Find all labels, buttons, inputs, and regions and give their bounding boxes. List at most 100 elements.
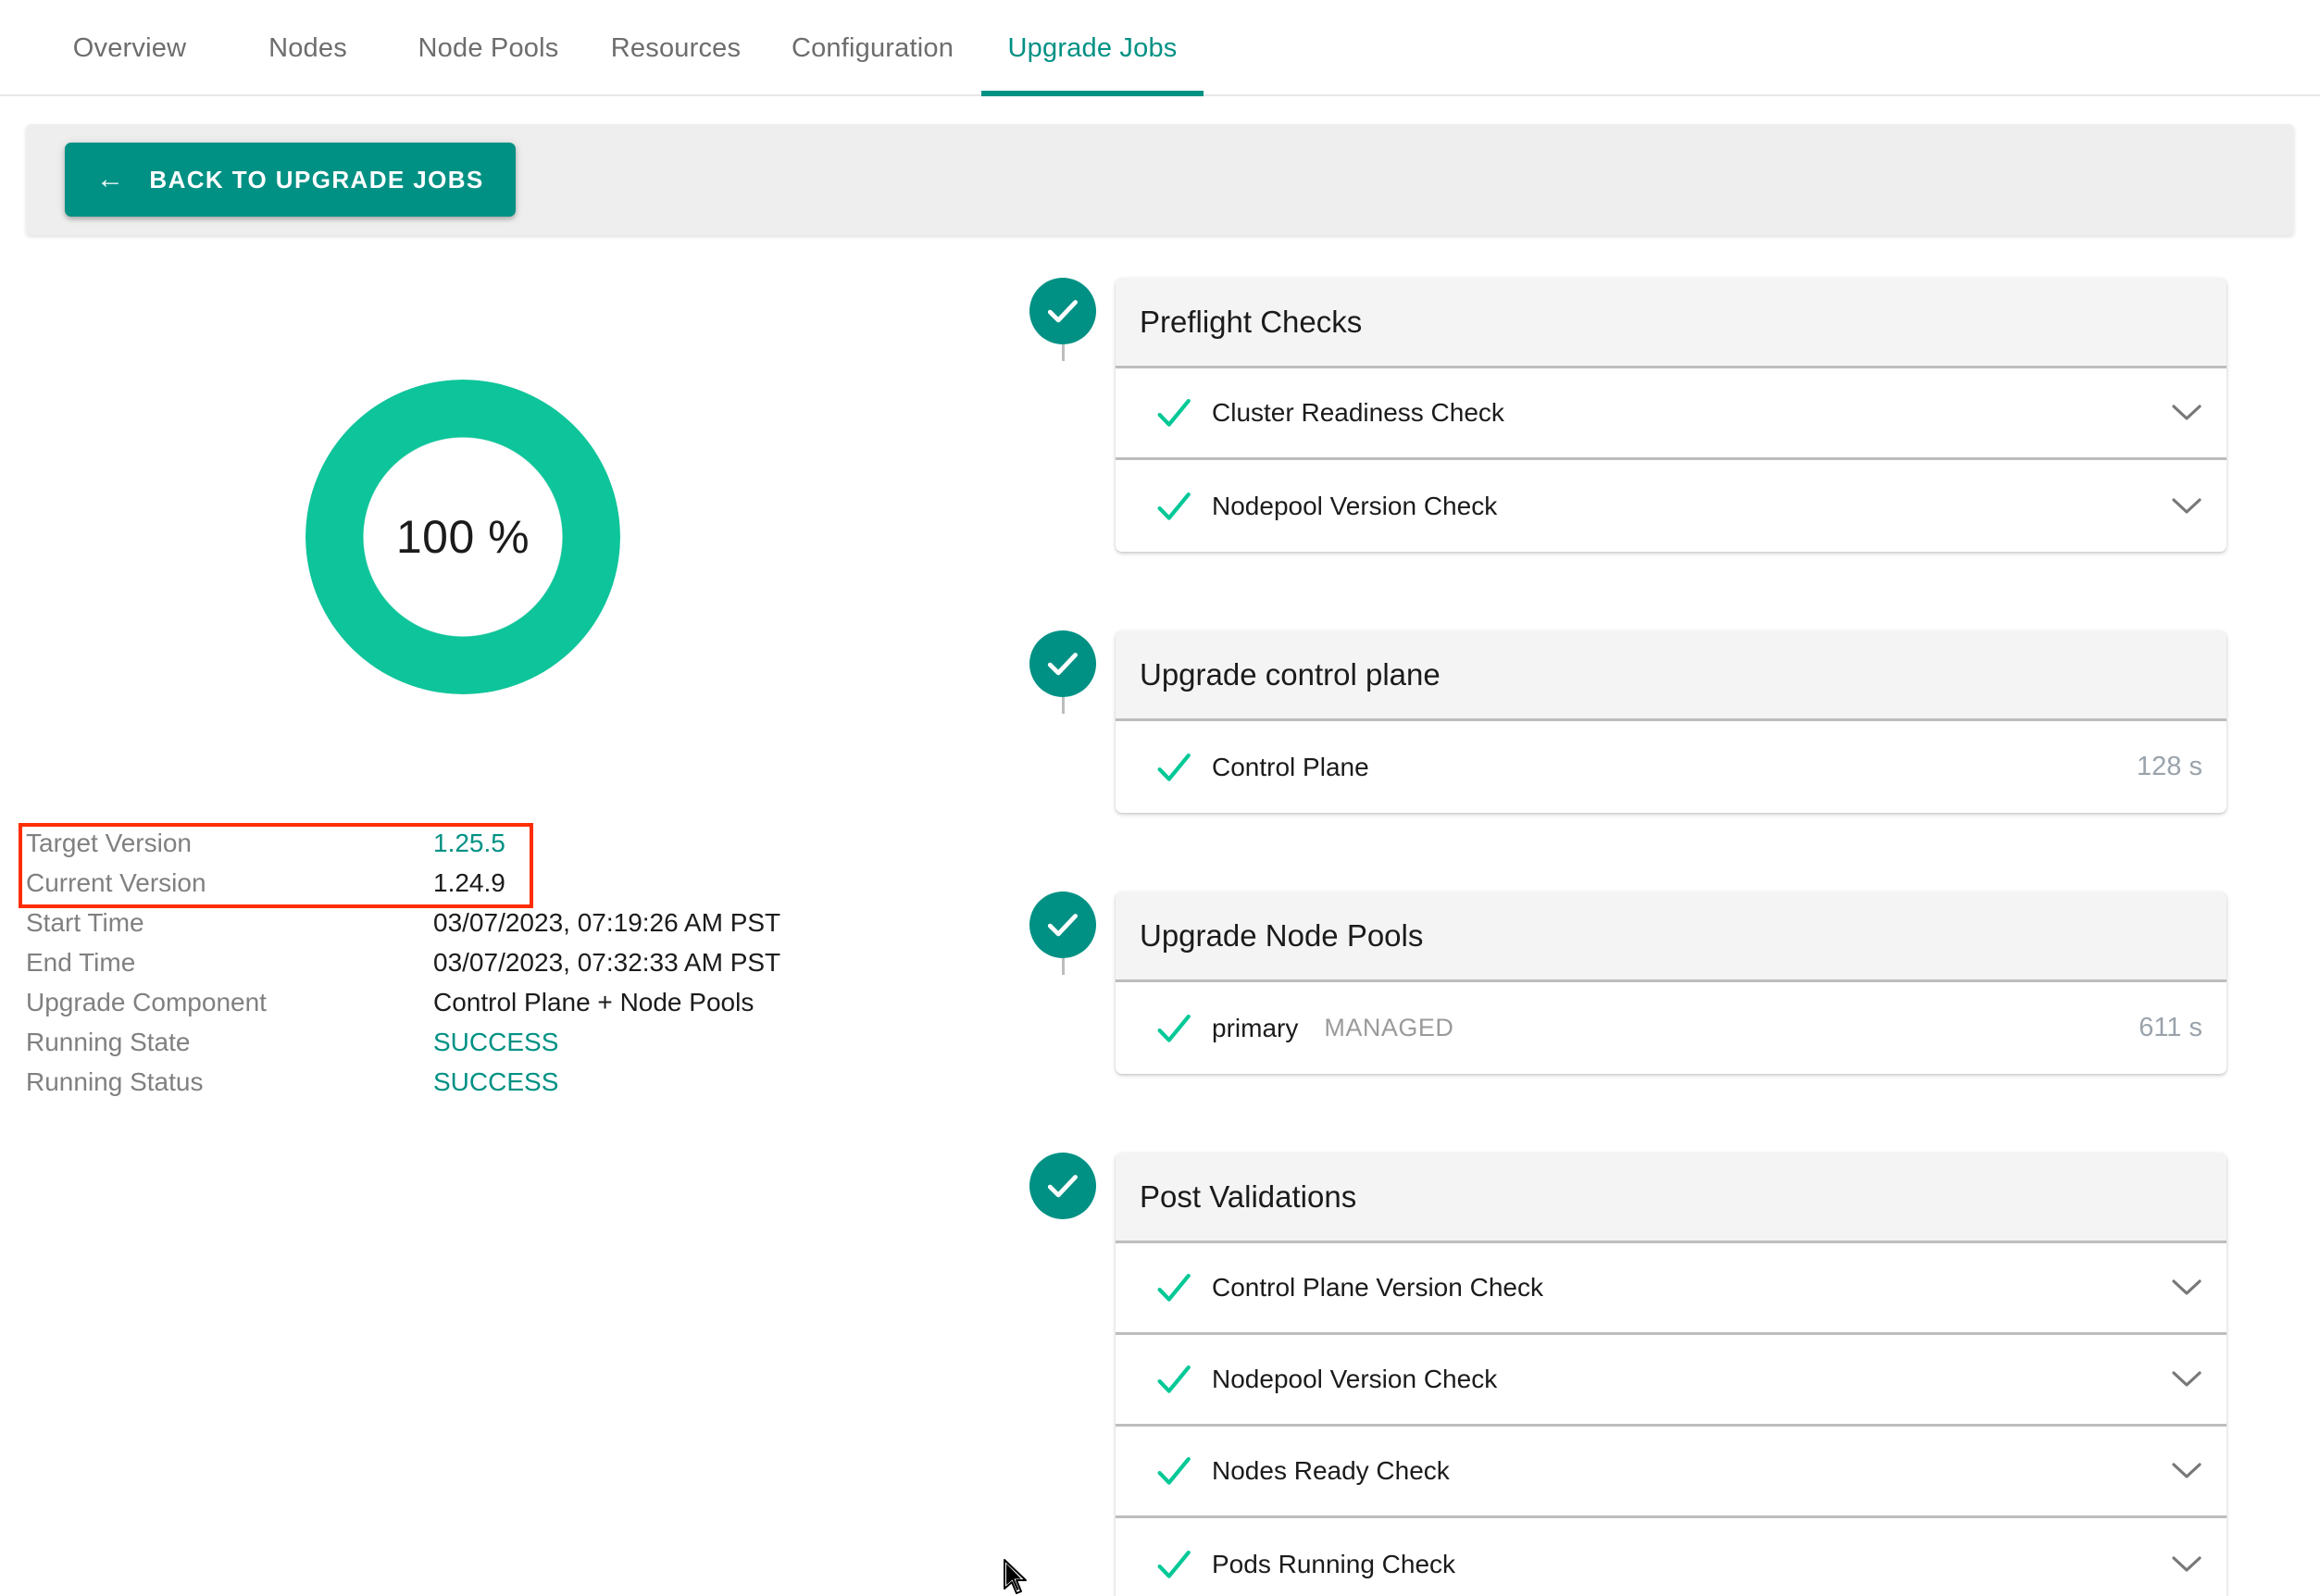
step-status-check-icon xyxy=(1029,1153,1096,1219)
chevron-down-icon[interactable] xyxy=(2162,1461,2202,1481)
detail-value: Control Plane + Node Pools xyxy=(433,988,755,1016)
job-detail-list: Target Version 1.25.5 Current Version 1.24.… xyxy=(19,823,859,1107)
action-toolbar: ← BACK TO UPGRADE JOBS xyxy=(26,124,2294,235)
task-label: Control Plane xyxy=(1212,752,1369,781)
tab-label: Overview xyxy=(72,32,187,63)
chevron-down-icon[interactable] xyxy=(2162,1369,2202,1390)
task-success-check-icon xyxy=(1154,748,1212,787)
detail-label: Target Version xyxy=(26,829,192,857)
stage-card: Upgrade control plane Control Plane 128 s xyxy=(1116,630,2226,813)
chevron-down-icon[interactable] xyxy=(2162,403,2202,423)
task-label: Cluster Readiness Check xyxy=(1212,398,1504,427)
task-success-check-icon xyxy=(1154,1545,1212,1584)
timeline-rail xyxy=(1023,892,1116,975)
upgrade-stage-timeline: Preflight Checks Cluster Readiness Check N… xyxy=(1023,278,2226,1596)
detail-value: 03/07/2023, 07:32:33 AM PST xyxy=(433,948,781,977)
task-success-check-icon xyxy=(1154,393,1212,432)
back-button-label: BACK TO UPGRADE JOBS xyxy=(149,165,484,193)
step-status-check-icon xyxy=(1029,278,1096,344)
stage-task-row[interactable]: Control Plane 128 s xyxy=(1116,721,2226,813)
tab-configuration[interactable]: Configuration xyxy=(764,0,981,96)
timeline-step: Upgrade control plane Control Plane 128 s xyxy=(1023,630,2226,892)
detail-row: Running Status SUCCESS xyxy=(26,1067,859,1107)
tab-label: Nodes xyxy=(268,32,347,63)
tab-label: Configuration xyxy=(791,32,954,63)
detail-label: Current Version xyxy=(26,868,206,897)
task-success-check-icon xyxy=(1154,1268,1212,1307)
timeline-step: Upgrade Node Pools primary MANAGED 611 s xyxy=(1023,892,2226,1153)
task-success-check-icon xyxy=(1154,1452,1212,1490)
detail-label: Running Status xyxy=(26,1067,204,1096)
tab-resources[interactable]: Resources xyxy=(588,0,764,96)
chevron-down-icon[interactable] xyxy=(2162,1554,2202,1575)
task-label: Nodepool Version Check xyxy=(1212,1365,1498,1393)
timeline-rail xyxy=(1023,1153,1116,1219)
stage-title: Post Validations xyxy=(1140,1178,1357,1214)
chevron-down-icon[interactable] xyxy=(2162,1278,2202,1298)
timeline-connector-line xyxy=(1062,344,1065,361)
detail-row: Upgrade Component Control Plane + Node Po… xyxy=(26,988,859,1028)
task-success-check-icon xyxy=(1154,487,1212,526)
detail-row: Start Time 03/07/2023, 07:19:26 AM PST xyxy=(26,908,859,948)
step-status-check-icon xyxy=(1029,630,1096,697)
progress-percent-label: 100 % xyxy=(395,511,530,563)
timeline-rail xyxy=(1023,630,1116,714)
timeline-rail xyxy=(1023,278,1116,361)
progress-donut-chart: 100 % xyxy=(306,380,620,694)
timeline-step: Preflight Checks Cluster Readiness Check N… xyxy=(1023,278,2226,630)
stage-card-header: Upgrade control plane xyxy=(1116,630,2226,721)
stage-title: Upgrade Node Pools xyxy=(1140,917,1424,953)
stage-title: Preflight Checks xyxy=(1140,304,1363,339)
detail-row: End Time 03/07/2023, 07:32:33 AM PST xyxy=(26,948,859,988)
tab-upgrade-jobs[interactable]: Upgrade Jobs xyxy=(981,0,1204,96)
detail-label: Running State xyxy=(26,1028,191,1056)
stage-task-row[interactable]: Cluster Readiness Check xyxy=(1116,368,2226,460)
detail-label: Upgrade Component xyxy=(26,988,267,1016)
stage-card: Post Validations Control Plane Version Ch… xyxy=(1116,1153,2226,1596)
task-success-check-icon xyxy=(1154,1009,1212,1048)
tab-label: Node Pools xyxy=(418,32,559,63)
task-label: Nodes Ready Check xyxy=(1212,1456,1450,1485)
stage-card-header: Post Validations xyxy=(1116,1153,2226,1243)
timeline-step: Post Validations Control Plane Version Ch… xyxy=(1023,1153,2226,1596)
detail-row: Target Version 1.25.5 xyxy=(26,829,859,868)
detail-label: Start Time xyxy=(26,908,144,937)
stage-task-row[interactable]: Nodepool Version Check xyxy=(1116,460,2226,552)
detail-value: 1.25.5 xyxy=(433,829,505,857)
stage-task-row[interactable]: primary MANAGED 611 s xyxy=(1116,982,2226,1074)
arrow-left-icon: ← xyxy=(96,164,126,194)
stage-task-row[interactable]: Nodepool Version Check xyxy=(1116,1335,2226,1427)
stage-card: Upgrade Node Pools primary MANAGED 611 s xyxy=(1116,892,2226,1074)
tab-label: Upgrade Jobs xyxy=(1007,32,1178,63)
stage-task-row[interactable]: Control Plane Version Check xyxy=(1116,1243,2226,1335)
task-duration: 611 s xyxy=(2139,1013,2202,1042)
chevron-down-icon[interactable] xyxy=(2162,496,2202,517)
back-to-upgrade-jobs-button[interactable]: ← BACK TO UPGRADE JOBS xyxy=(65,143,516,217)
step-status-check-icon xyxy=(1029,892,1096,958)
task-badge: MANAGED xyxy=(1324,1014,1454,1041)
tab-nodes[interactable]: Nodes xyxy=(227,0,389,96)
task-duration: 128 s xyxy=(2137,752,2202,781)
tab-overview[interactable]: Overview xyxy=(32,0,227,96)
timeline-connector-line xyxy=(1062,958,1065,975)
task-label: Pods Running Check xyxy=(1212,1549,1456,1578)
detail-row: Current Version 1.24.9 xyxy=(26,868,859,908)
task-label: Control Plane Version Check xyxy=(1212,1273,1543,1302)
detail-value: 03/07/2023, 07:19:26 AM PST xyxy=(433,908,781,937)
task-success-check-icon xyxy=(1154,1360,1212,1399)
stage-card-header: Preflight Checks xyxy=(1116,278,2226,368)
task-label: primary xyxy=(1212,1013,1299,1042)
job-summary-panel: 100 % Target Version 1.25.5 Current Versio… xyxy=(0,278,1000,1107)
stage-task-row[interactable]: Pods Running Check xyxy=(1116,1518,2226,1596)
upgrade-job-detail-page: Overview Nodes Node Pools Resources Configur… xyxy=(0,0,2320,1596)
detail-value: 1.24.9 xyxy=(433,868,505,897)
stage-task-row[interactable]: Nodes Ready Check xyxy=(1116,1427,2226,1518)
tab-node-pools[interactable]: Node Pools xyxy=(389,0,588,96)
detail-value: SUCCESS xyxy=(433,1067,559,1096)
tab-label: Resources xyxy=(610,32,742,63)
detail-label: End Time xyxy=(26,948,136,977)
stage-card-header: Upgrade Node Pools xyxy=(1116,892,2226,982)
stage-title: Upgrade control plane xyxy=(1140,656,1441,692)
stage-card: Preflight Checks Cluster Readiness Check N… xyxy=(1116,278,2226,552)
timeline-connector-line xyxy=(1062,697,1065,714)
